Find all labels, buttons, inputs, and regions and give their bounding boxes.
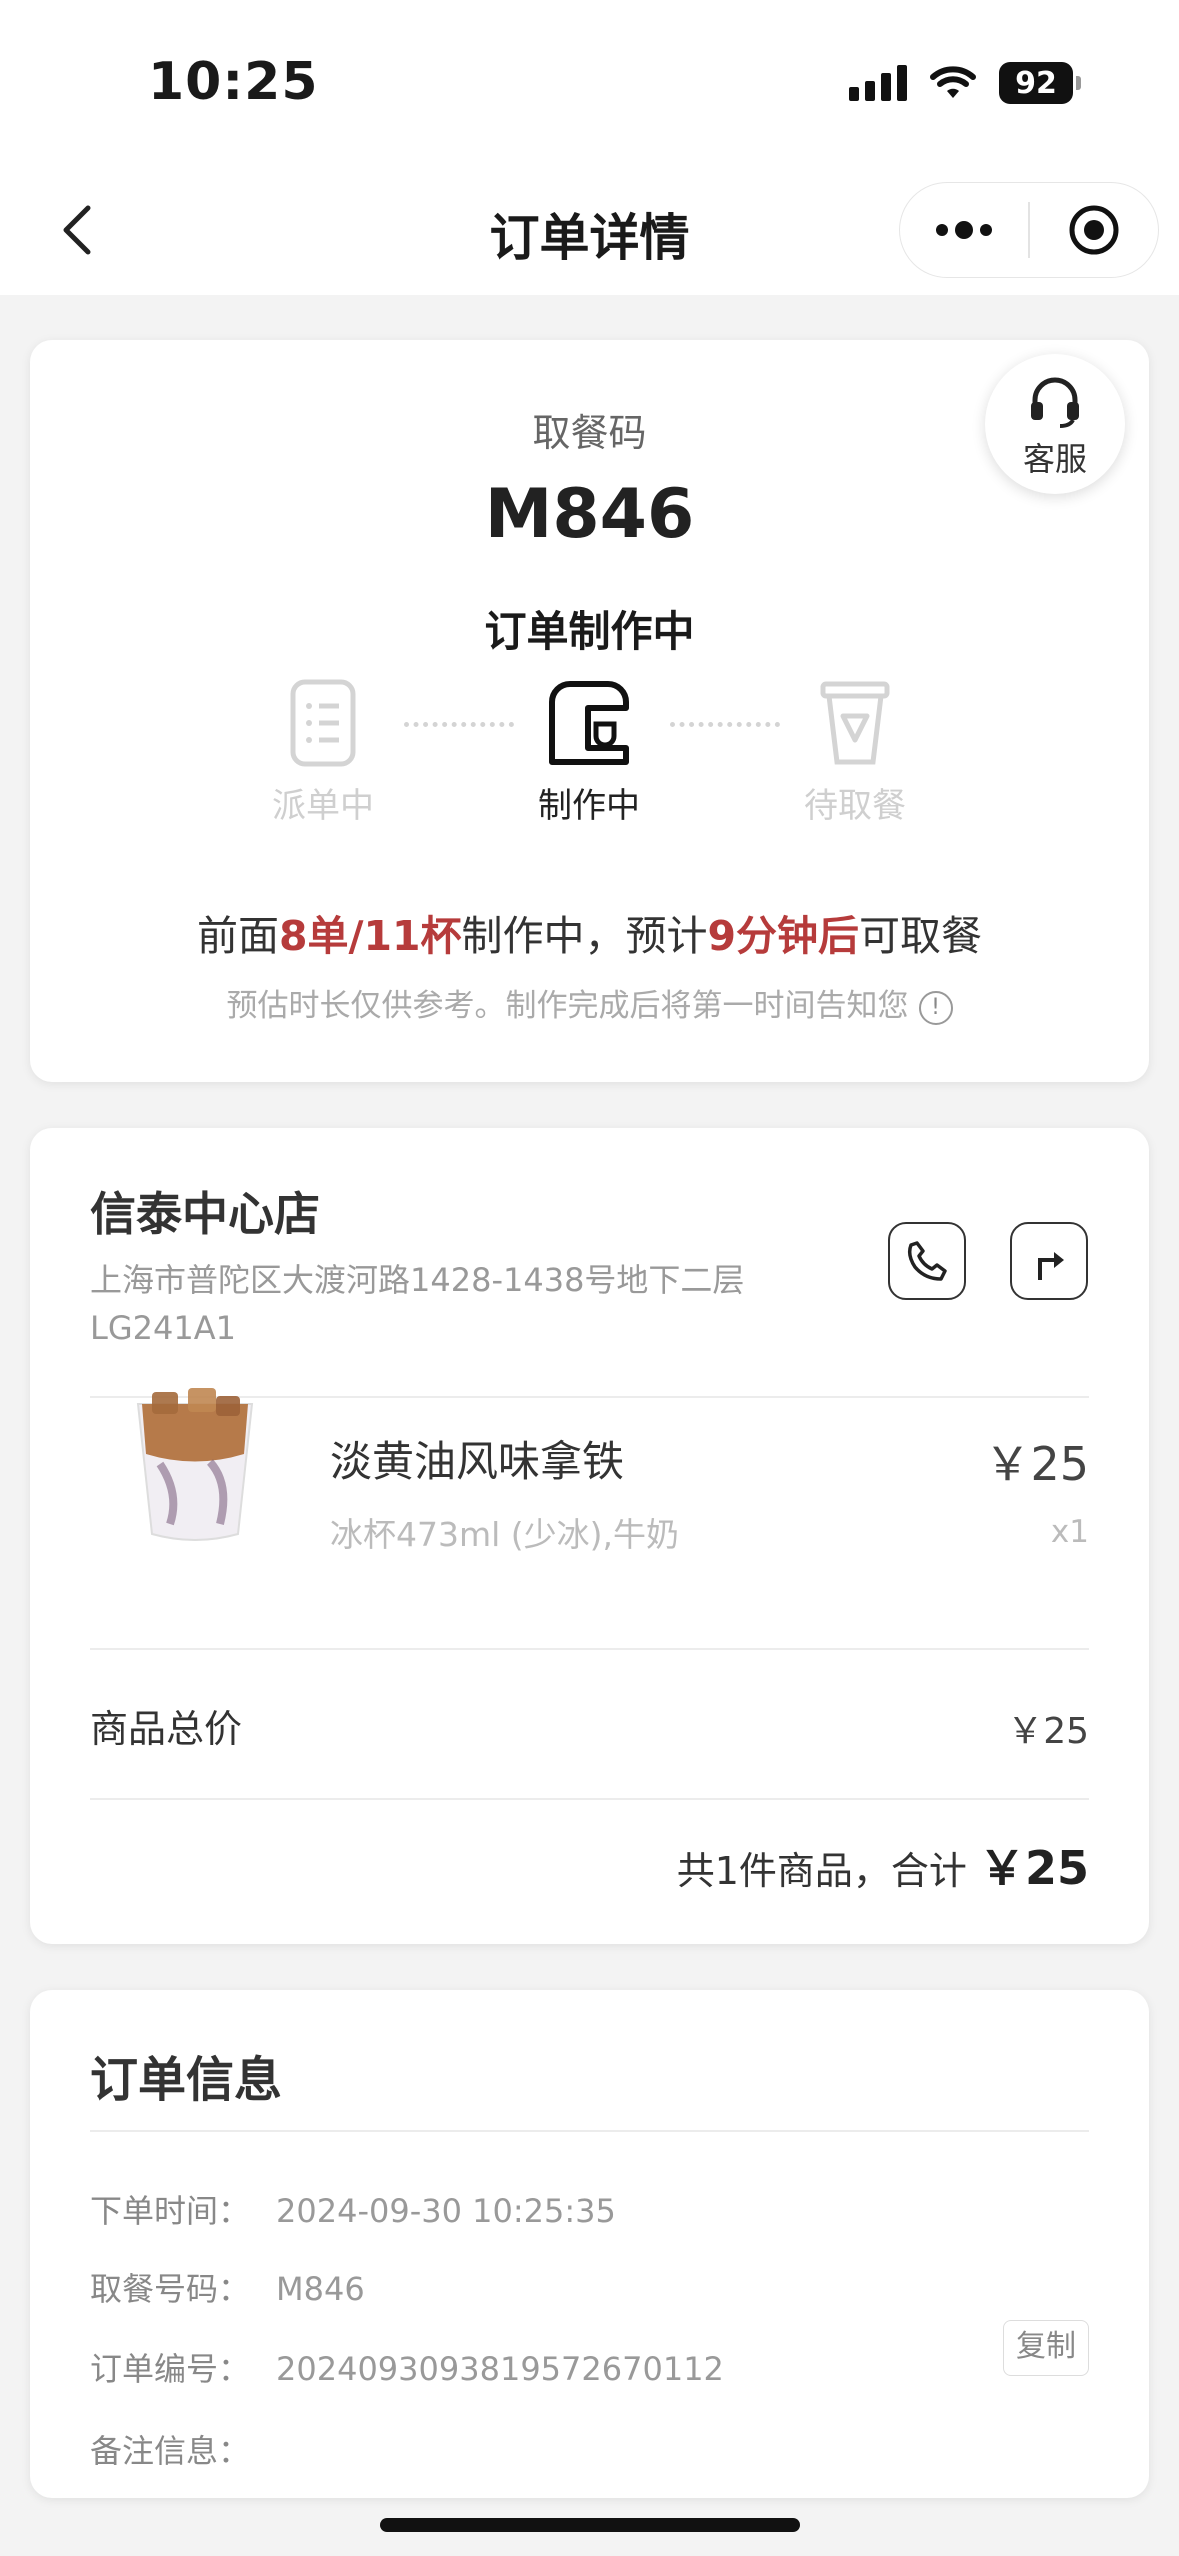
step-dispatching: 派单中 <box>248 678 398 827</box>
row-label: 下单时间： <box>90 2192 251 2230</box>
phone-icon <box>907 1241 947 1281</box>
step-making: 制作中 <box>514 678 664 827</box>
product-image <box>136 1388 254 1541</box>
target-close-icon <box>1069 205 1119 255</box>
divider <box>90 1648 1089 1650</box>
status-icons: 92 <box>849 62 1081 104</box>
order-time-row: 下单时间： 2024-09-30 10:25:35 <box>90 2186 616 2232</box>
eta-middle: 制作中，预计 <box>461 912 708 960</box>
close-mini-program-button[interactable] <box>1030 183 1158 277</box>
more-button[interactable] <box>900 183 1028 277</box>
row-label: 备注信息： <box>90 2432 251 2470</box>
call-store-button[interactable] <box>888 1222 966 1300</box>
order-number-value: 20240930938195726701​12 <box>276 2350 724 2388</box>
step-label: 待取餐 <box>804 786 906 826</box>
copy-order-number-button[interactable]: 复制 <box>1003 2320 1089 2376</box>
step-label: 派单中 <box>272 786 374 826</box>
order-info-card: 订单信息 下单时间： 2024-09-30 10:25:35 取餐号码： M846 … <box>30 1990 1149 2498</box>
product-name: 淡黄油风味拿铁 <box>330 1437 625 1486</box>
remarks-row: 备注信息： <box>90 2426 276 2472</box>
more-dots-icon <box>936 221 992 239</box>
nav-bar: 订单详情 <box>0 170 1179 295</box>
eta-suffix: 可取餐 <box>859 912 983 960</box>
store-order-card: 信泰中心店 上海市普陀区大渡河路1428-1438号地下二层LG241A1 淡黄… <box>30 1128 1149 1944</box>
row-label: 取餐号码： <box>90 2270 251 2308</box>
order-list-icon <box>290 679 356 767</box>
store-name: 信泰中心店 <box>90 1187 320 1241</box>
navigate-button[interactable] <box>1010 1222 1088 1300</box>
subtotal-label: 商品总价 <box>90 1707 243 1751</box>
status-time: 10:25 <box>148 52 319 112</box>
pickup-card: 客服 取餐码 M846 订单制作中 派单中 制作中 待取餐 前面8单/11杯制作… <box>30 340 1149 1082</box>
navigate-icon <box>1038 1252 1064 1280</box>
eta-minutes: 9分钟后 <box>707 912 860 960</box>
pickup-code-label: 取餐码 <box>532 411 647 455</box>
product-quantity: x1 <box>1050 1514 1089 1550</box>
total-prefix: 共1件商品，合计 <box>676 1849 967 1893</box>
order-info-title: 订单信息 <box>90 2052 283 2108</box>
order-status: 订单制作中 <box>484 607 695 656</box>
info-icon[interactable]: ! <box>918 990 953 1025</box>
divider <box>90 2130 1089 2132</box>
pickup-number-value: M846 <box>276 2270 365 2308</box>
step-connector <box>670 722 780 727</box>
eta-text: 前面8单/11杯制作中，预计9分钟后可取餐 <box>30 902 1149 962</box>
status-bar: 10:25 92 <box>0 0 1179 170</box>
battery-level: 92 <box>999 62 1073 104</box>
product-price: ￥25 <box>984 1437 1089 1491</box>
cup-icon <box>820 681 890 765</box>
product-spec: 冰杯473ml (少冰),牛奶 <box>330 1515 680 1554</box>
subtotal-value: ￥25 <box>1007 1711 1089 1752</box>
cellular-signal-icon <box>849 65 907 101</box>
step-ready-pickup: 待取餐 <box>780 678 930 827</box>
divider <box>90 1798 1089 1800</box>
queue-count: 8单/11杯 <box>278 912 462 960</box>
battery-icon: 92 <box>999 62 1081 104</box>
row-label: 订单编号： <box>90 2350 251 2388</box>
wifi-icon <box>930 66 976 98</box>
mini-program-capsule <box>899 182 1159 278</box>
order-time-value: 2024-09-30 10:25:35 <box>276 2192 616 2230</box>
total-value: ￥25 <box>978 1841 1089 1895</box>
order-number-row: 订单编号： 20240930938195726701​12 <box>90 2344 724 2390</box>
pickup-code: M846 <box>484 475 695 554</box>
eta-note-text: 预估时长仅供参考。制作完成后将第一时间告知您 <box>226 988 909 1024</box>
order-total: 共1件商品，合计 ￥25 <box>677 1832 1089 1898</box>
coffee-machine-icon <box>549 681 629 765</box>
eta-prefix: 前面 <box>196 912 279 960</box>
eta-note: 预估时长仅供参考。制作完成后将第一时间告知您! <box>30 980 1149 1025</box>
store-address: 上海市普陀区大渡河路1428-1438号地下二层LG241A1 <box>90 1261 745 1347</box>
home-indicator[interactable] <box>380 2518 800 2532</box>
step-label: 制作中 <box>538 786 640 826</box>
step-connector <box>404 722 514 727</box>
pickup-number-row: 取餐号码： M846 <box>90 2264 365 2310</box>
